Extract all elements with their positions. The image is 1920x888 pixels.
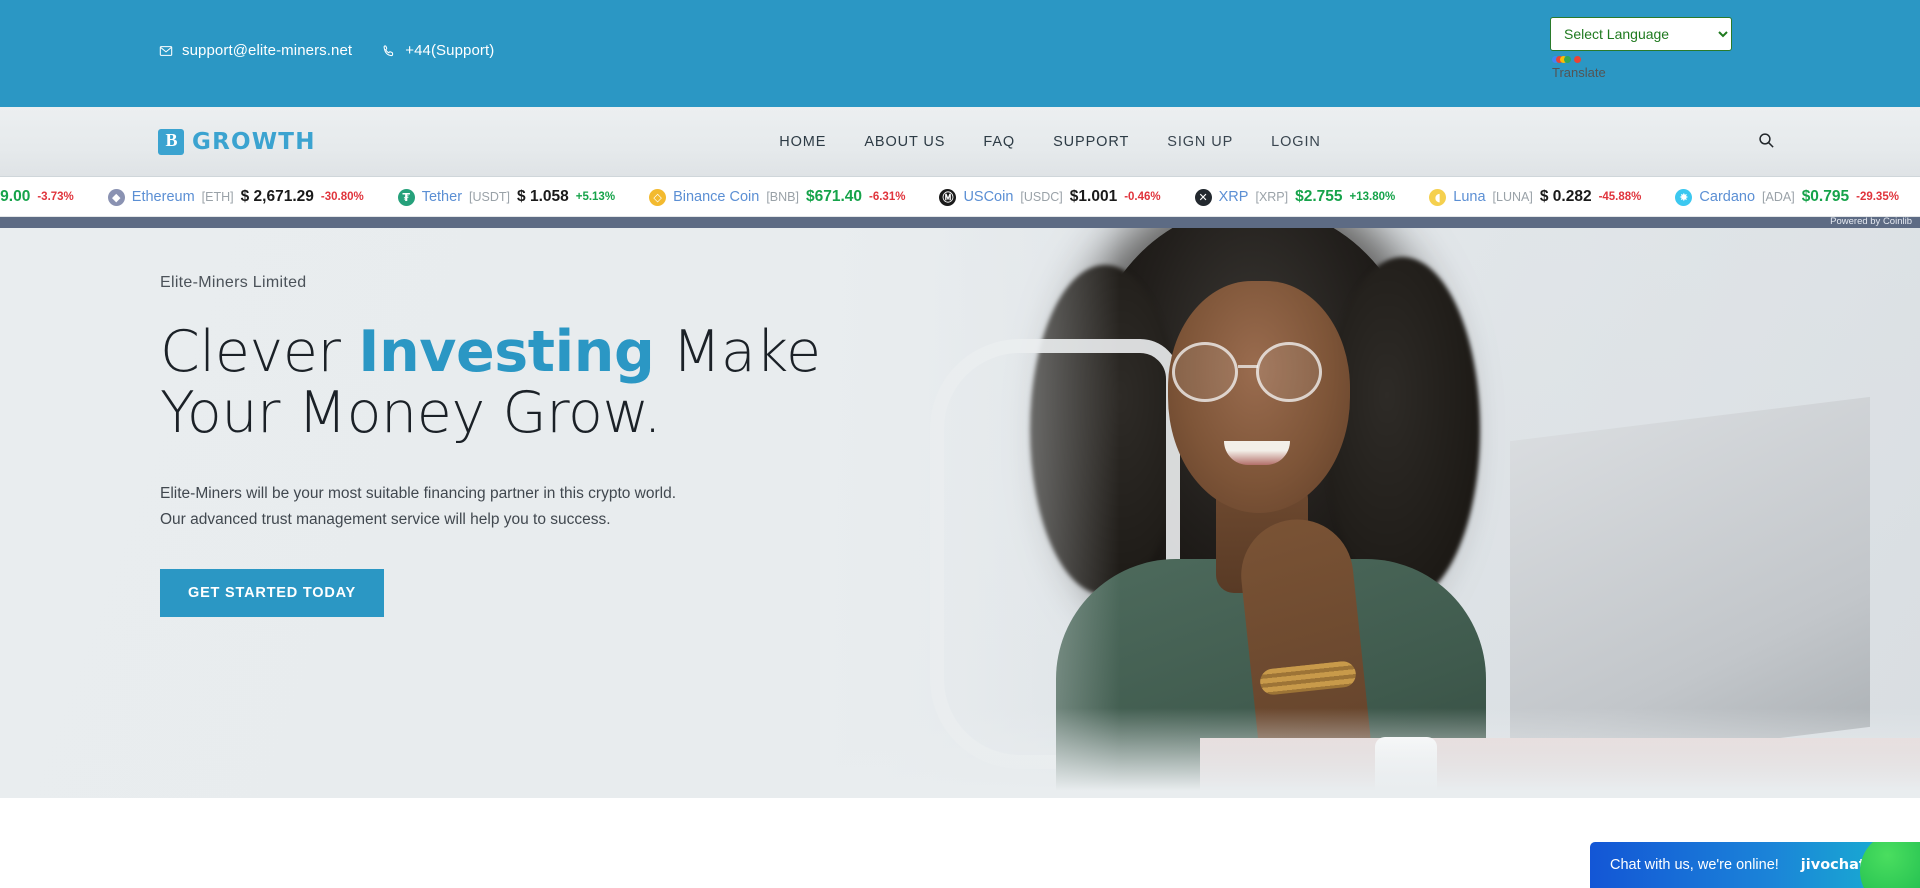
search-button[interactable] — [1752, 128, 1780, 156]
logo-mark-char: B — [165, 130, 177, 150]
google-logo-icon — [1552, 55, 1581, 64]
coin-name: Luna — [1453, 189, 1486, 205]
ticker-item[interactable]: ✸ Cardano [ADA] $0.795 -29.35% — [1658, 177, 1916, 216]
coin-price: $ 0.282 — [1539, 188, 1592, 205]
coin-symbol: [XRP] — [1255, 190, 1289, 204]
main-navigation: HOME ABOUT US FAQ SUPPORT SIGN UP LOGIN — [760, 107, 1340, 177]
coin-price: $2.755 — [1295, 188, 1343, 205]
hero-section: Elite-Miners Limited Clever Investing Ma… — [0, 211, 1920, 798]
coin-change: -45.88% — [1598, 191, 1642, 203]
coin-price: 6,479.00 — [0, 188, 31, 205]
coin-icon: ◖ — [1429, 188, 1447, 206]
email-text: support@elite-miners.net — [182, 42, 353, 59]
language-widget: Select Language Translate — [1550, 17, 1732, 80]
page-root: support@elite-miners.net +44(Support) Se… — [0, 0, 1920, 888]
coin-symbol: [BNB] — [766, 190, 799, 204]
hero-portrait-image — [820, 211, 1920, 798]
crypto-ticker-track: 6,479.00 -3.73% ◆ Ethereum [ETH] $ 2,671.29 -3… — [0, 177, 1920, 216]
phone-icon — [382, 44, 396, 58]
get-started-button[interactable]: GET STARTED TODAY — [160, 569, 385, 617]
ticker-footer-bar: Powered by Coinlib — [0, 216, 1920, 228]
bitcoin-logo-icon: B — [158, 128, 184, 155]
phone-link[interactable]: +44(Support) — [382, 42, 494, 59]
hero-copy: Elite-Miners Limited Clever Investing Ma… — [160, 274, 860, 617]
logo-text: GROWTH — [192, 128, 316, 155]
coin-name: XRP — [1218, 189, 1249, 205]
site-header: B GROWTH HOME ABOUT US FAQ SUPPORT SIGN … — [0, 107, 1920, 177]
coin-change: -6.31% — [869, 191, 906, 203]
ticker-item[interactable]: 6,479.00 -3.73% — [0, 177, 91, 216]
translate-label: Translate — [1552, 65, 1606, 80]
coin-icon: ₮ — [397, 188, 415, 206]
coin-name: USCoin — [963, 189, 1014, 205]
powered-by-coinlib-label: Powered by Coinlib — [1830, 216, 1912, 227]
phone-text: +44(Support) — [405, 42, 495, 59]
coin-price: $1.001 — [1069, 188, 1118, 205]
jivochat-widget[interactable]: Chat with us, we're online! jivochat — [1590, 842, 1920, 888]
coin-name: Cardano — [1699, 189, 1756, 205]
jivochat-brand-label: jivochat — [1800, 857, 1866, 873]
top-contact-bar: support@elite-miners.net +44(Support) Se… — [0, 0, 1920, 107]
envelope-icon — [159, 44, 173, 58]
language-select[interactable]: Select Language — [1550, 17, 1732, 51]
coin-symbol: [ETH] — [201, 190, 234, 204]
nav-item-home[interactable]: HOME — [760, 134, 845, 150]
nav-item-support[interactable]: SUPPORT — [1034, 134, 1148, 150]
coin-price: $ 1.058 — [517, 188, 569, 205]
hero-eyebrow: Elite-Miners Limited — [160, 274, 307, 291]
hero-title-part1: Clever — [160, 319, 359, 385]
ticker-item[interactable]: Ⓜ USCoin [USDC] $1.001 -0.46% — [922, 177, 1177, 216]
contact-group: support@elite-miners.net +44(Support) — [159, 42, 494, 59]
hero-title-highlight: Investing — [358, 319, 655, 385]
coin-symbol: [USDT] — [469, 190, 511, 204]
crypto-ticker[interactable]: 6,479.00 -3.73% ◆ Ethereum [ETH] $ 2,671.29 -3… — [0, 177, 1920, 217]
coin-price: $ 2,671.29 — [240, 188, 314, 205]
coin-icon: ✸ — [1675, 188, 1693, 206]
coin-change: -3.73% — [37, 191, 74, 203]
nav-item-about-us[interactable]: ABOUT US — [845, 134, 964, 150]
ticker-item[interactable]: ◖ Luna [LUNA] $ 0.282 -45.88% — [1412, 177, 1658, 216]
coin-price: $0.795 — [1801, 188, 1850, 205]
site-logo[interactable]: B GROWTH — [158, 128, 316, 155]
coin-change: +5.13% — [575, 191, 616, 203]
ticker-item[interactable]: ◆ Ethereum [ETH] $ 2,671.29 -30.80% — [91, 177, 381, 216]
coin-symbol: [LUNA] — [1492, 190, 1533, 204]
coin-icon: ◆ — [107, 188, 125, 206]
ticker-item[interactable]: ●Dogecoin[DOGE]$0.268-30.16% — [1916, 177, 1920, 216]
nav-item-faq[interactable]: FAQ — [964, 134, 1034, 150]
coin-change: -29.35% — [1856, 191, 1899, 203]
coin-icon: ◇ — [649, 188, 667, 206]
coin-symbol: [ADA] — [1762, 190, 1795, 204]
coin-name: Tether — [421, 189, 463, 205]
coin-change: +13.80% — [1349, 191, 1396, 203]
coin-change: -0.46% — [1124, 191, 1161, 203]
search-icon — [1758, 132, 1775, 152]
ticker-item[interactable]: ✕ XRP [XRP] $2.755 +13.80% — [1178, 177, 1413, 216]
crypto-ticker-zone: 6,479.00 -3.73% ◆ Ethereum [ETH] $ 2,671.29 -3… — [0, 177, 1920, 228]
hero-paragraph: Elite-Miners will be your most suitable … — [160, 485, 677, 528]
coin-name: Ethereum — [131, 189, 195, 205]
nav-item-login[interactable]: LOGIN — [1252, 134, 1340, 150]
google-translate-attribution: Translate — [1550, 55, 1732, 80]
chat-bubble-icon — [1860, 842, 1920, 888]
email-link[interactable]: support@elite-miners.net — [159, 42, 352, 59]
coin-icon: ✕ — [1194, 188, 1212, 206]
coin-name: Binance Coin — [673, 189, 760, 205]
ticker-item[interactable]: ◇ Binance Coin [BNB] $671.40 -6.31% — [632, 177, 922, 216]
ticker-item[interactable]: ₮ Tether [USDT] $ 1.058 +5.13% — [381, 177, 632, 216]
coin-price: $671.40 — [805, 188, 862, 205]
coin-change: -30.80% — [320, 191, 364, 203]
nav-item-sign-up[interactable]: SIGN UP — [1148, 134, 1252, 150]
chat-invite-text: Chat with us, we're online! — [1610, 857, 1779, 873]
coin-symbol: [USDC] — [1020, 190, 1063, 204]
coin-icon: Ⓜ — [939, 188, 957, 206]
hero-title: Clever Investing Make Your Money Grow. — [160, 322, 860, 444]
